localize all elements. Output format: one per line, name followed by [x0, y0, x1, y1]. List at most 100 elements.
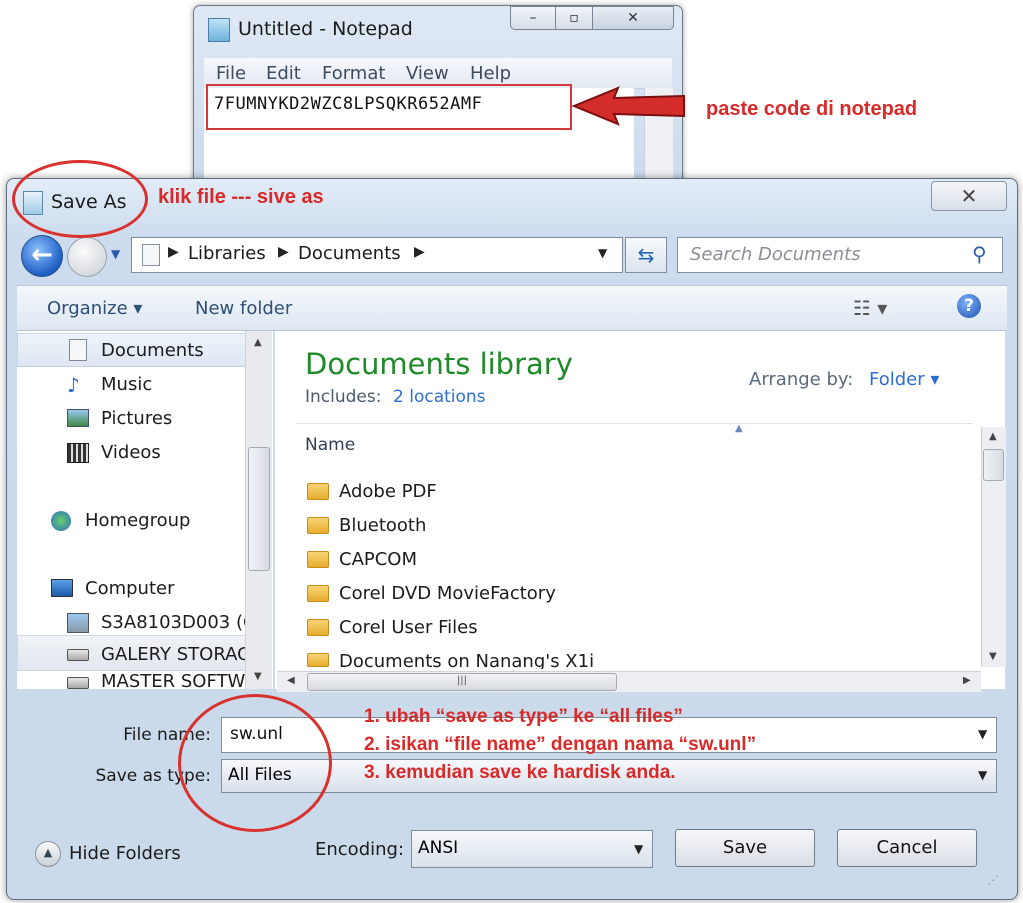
scroll-left-icon[interactable]: ◀ — [287, 675, 295, 686]
pictures-icon — [67, 409, 89, 427]
library-icon — [142, 244, 160, 266]
breadcrumb-separator-icon: ▶ — [168, 244, 179, 260]
forward-arrow-icon[interactable] — [67, 237, 107, 277]
sort-up-icon: ▲ — [735, 423, 743, 434]
computer-icon — [51, 579, 73, 597]
documents-icon — [69, 339, 87, 361]
encoding-value: ANSI — [418, 838, 459, 858]
arrange-by-dropdown[interactable]: Folder ▾ — [869, 369, 939, 390]
file-list-scroll-thumb[interactable] — [983, 449, 1004, 481]
nav-item-computer[interactable]: Computer — [85, 578, 174, 599]
minimize-button[interactable]: – — [510, 6, 556, 30]
annotation-step-1: 1. ubah “save as type” ke “all files” — [364, 706, 683, 727]
breadcrumb-libraries[interactable]: Libraries — [188, 243, 266, 264]
code-highlight-box: 7FUMNYKD2WZC8LPSQKR652AMF — [206, 84, 572, 130]
license-code-text: 7FUMNYKD2WZC8LPSQKR652AMF — [214, 94, 483, 114]
folder-icon — [307, 585, 329, 602]
nav-scroll-thumb[interactable] — [248, 447, 270, 571]
encoding-dropdown[interactable]: ANSI ▼ — [411, 830, 653, 868]
chevron-down-icon[interactable]: ▼ — [634, 842, 643, 856]
folder-icon — [307, 619, 329, 636]
homegroup-icon — [51, 511, 71, 531]
resize-grip-icon[interactable]: ⋰ — [987, 873, 999, 887]
column-divider — [297, 423, 973, 424]
videos-icon — [67, 443, 89, 463]
breadcrumb-separator-icon: ▶ — [414, 244, 425, 260]
annotation-klik: klik file --- sive as — [158, 186, 324, 208]
help-icon[interactable]: ? — [957, 294, 981, 318]
command-toolbar: Organize ▾ New folder ☷ ▾ ? — [17, 285, 1007, 331]
library-title: Documents library — [305, 347, 573, 381]
nav-item-music[interactable]: Music — [101, 374, 152, 395]
navigation-pane: Documents ♪ Music Pictures Videos Homegr… — [17, 331, 273, 689]
scroll-up-icon[interactable]: ▲ — [254, 337, 262, 348]
address-bar[interactable]: ▶ Libraries ▶ Documents ▶ ▼ — [131, 237, 623, 273]
organize-button[interactable]: Organize ▾ — [47, 298, 142, 319]
includes-label: Includes: — [305, 387, 382, 407]
nav-item-documents[interactable]: Documents — [101, 340, 204, 361]
drive-icon — [67, 677, 89, 689]
file-row-corel-user-files[interactable]: Corel User Files — [339, 617, 478, 638]
save-button[interactable]: Save — [675, 829, 815, 867]
chevron-down-icon[interactable]: ▼ — [598, 246, 607, 260]
folder-icon — [307, 517, 329, 534]
annotation-circle-fields — [178, 694, 332, 832]
notepad-icon — [208, 18, 230, 42]
file-row-corel-dvd[interactable]: Corel DVD MovieFactory — [339, 583, 556, 604]
history-dropdown-icon[interactable]: ▼ — [111, 247, 120, 261]
refresh-icon[interactable]: ⇆ — [625, 237, 667, 273]
new-folder-button[interactable]: New folder — [195, 298, 292, 319]
folder-icon — [307, 653, 329, 667]
chevron-down-icon[interactable]: ▼ — [978, 768, 987, 782]
scroll-down-icon[interactable]: ▼ — [989, 651, 997, 662]
nav-item-videos[interactable]: Videos — [101, 442, 161, 463]
scroll-up-icon[interactable]: ▲ — [989, 431, 997, 442]
hide-folders-button[interactable]: Hide Folders — [69, 843, 181, 864]
nav-item-drive-c[interactable]: S3A8103D003 (C: — [101, 612, 262, 633]
nav-item-galery-storage[interactable]: GALERY STORAG — [101, 644, 251, 665]
drive-c-icon — [67, 613, 89, 633]
menu-edit[interactable]: Edit — [266, 63, 301, 84]
horizontal-scroll-thumb[interactable]: ||| — [307, 673, 617, 691]
chevron-up-icon[interactable]: ▲ — [35, 841, 61, 867]
music-icon: ♪ — [67, 373, 80, 397]
folder-icon — [307, 483, 329, 500]
column-header-name[interactable]: Name — [305, 435, 355, 455]
close-button[interactable]: ✕ — [592, 6, 674, 30]
encoding-label: Encoding: — [315, 839, 405, 860]
search-placeholder: Search Documents — [690, 244, 861, 265]
search-input[interactable]: Search Documents ⚲ — [677, 237, 1003, 273]
notepad-title: Untitled - Notepad — [238, 18, 413, 40]
nav-item-homegroup[interactable]: Homegroup — [85, 510, 190, 531]
nav-item-pictures[interactable]: Pictures — [101, 408, 172, 429]
file-row-documents-on-nanang[interactable]: Documents on Nanang's X1i — [339, 651, 594, 669]
maximize-button[interactable]: ▫ — [555, 6, 593, 30]
scroll-right-icon[interactable]: ▶ — [963, 675, 971, 686]
nav-item-master-software[interactable]: MASTER SOFTW — [101, 671, 245, 689]
annotation-paste: paste code di notepad — [706, 98, 918, 120]
includes-locations-link[interactable]: 2 locations — [393, 387, 486, 407]
save-as-dialog: Save As ✕ ← ▼ ▶ Libraries ▶ Documents ▶ … — [6, 178, 1018, 900]
close-button[interactable]: ✕ — [931, 181, 1007, 211]
folder-icon — [307, 551, 329, 568]
annotation-step-3: 3. kemudian save ke hardisk anda. — [364, 762, 676, 783]
file-row-bluetooth[interactable]: Bluetooth — [339, 515, 426, 536]
search-icon[interactable]: ⚲ — [972, 242, 987, 266]
chevron-down-icon[interactable]: ▼ — [978, 727, 987, 741]
menu-help[interactable]: Help — [470, 63, 511, 84]
arrow-left-icon — [571, 86, 685, 126]
breadcrumb-separator-icon: ▶ — [278, 244, 289, 260]
breadcrumb-documents[interactable]: Documents — [298, 243, 401, 264]
file-row-adobe-pdf[interactable]: Adobe PDF — [339, 481, 437, 502]
menu-file[interactable]: File — [216, 63, 246, 84]
annotation-step-2: 2. isikan “file name” dengan nama “sw.un… — [364, 734, 757, 755]
file-row-capcom[interactable]: CAPCOM — [339, 549, 417, 570]
view-options-icon[interactable]: ☷ ▾ — [853, 296, 887, 320]
back-arrow-icon[interactable]: ← — [21, 235, 63, 277]
annotation-circle-save-as — [12, 160, 148, 238]
menu-format[interactable]: Format — [322, 63, 385, 84]
drive-icon — [67, 649, 89, 661]
scroll-down-icon[interactable]: ▼ — [254, 671, 262, 682]
menu-view[interactable]: View — [406, 63, 449, 84]
cancel-button[interactable]: Cancel — [837, 829, 977, 867]
